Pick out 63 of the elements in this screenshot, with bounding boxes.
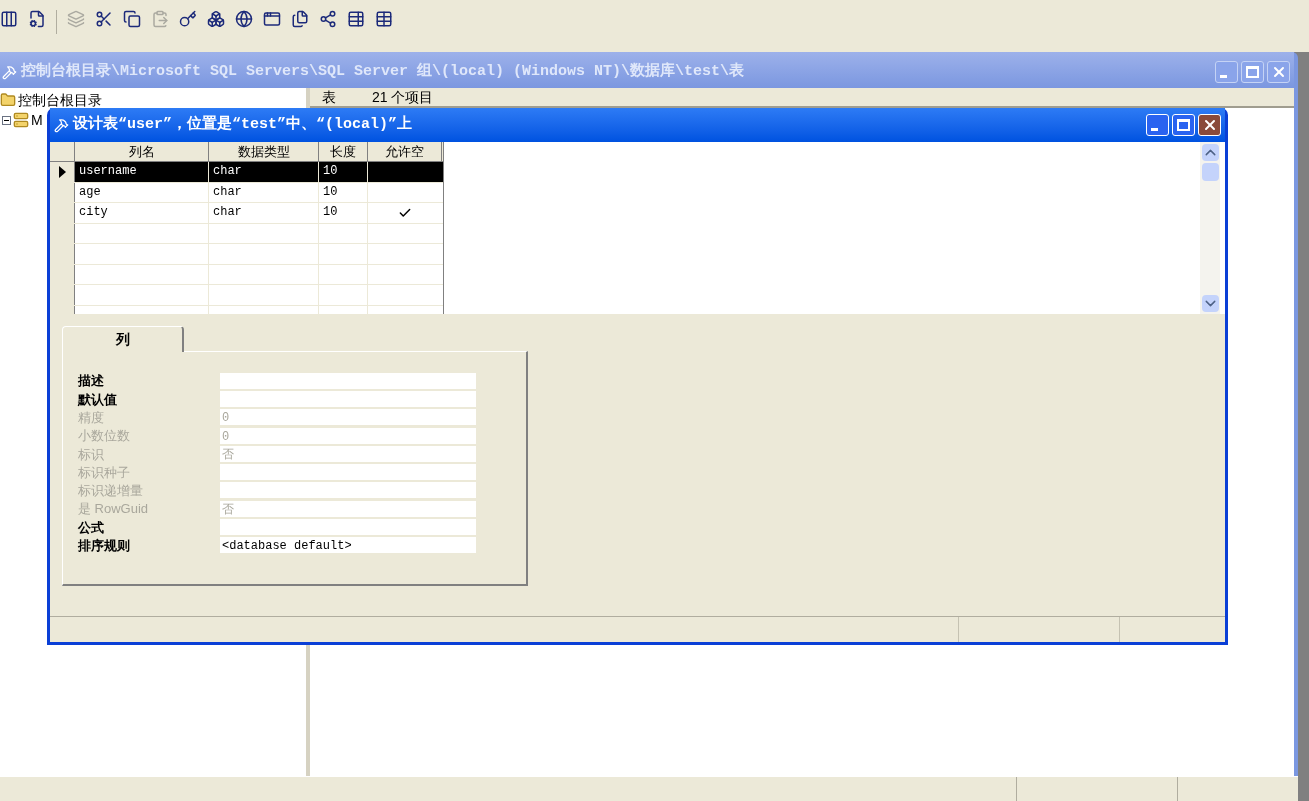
table-cell: char [209, 203, 319, 223]
hammer-icon [54, 117, 69, 133]
property-field: 否 [220, 500, 476, 518]
files-icon[interactable] [291, 10, 309, 28]
property-field[interactable]: <database default> [220, 537, 476, 555]
nodes-icon[interactable] [319, 10, 337, 28]
maximize-button[interactable] [1241, 61, 1264, 83]
table-row[interactable]: age char 10 [50, 182, 443, 203]
table-cell: city [75, 203, 209, 223]
property-field: 0 [220, 409, 476, 427]
column-header[interactable]: 列名 [75, 142, 209, 161]
window-title: 控制台根目录\Microsoft SQL Servers\SQL Server 组\(local) (Windows NT)\数据库\test\表 [21, 61, 746, 82]
row-header[interactable] [50, 162, 75, 182]
key-icon[interactable] [179, 10, 197, 28]
property-field[interactable] [220, 519, 476, 536]
window-icon[interactable] [263, 10, 281, 28]
property-field[interactable] [220, 390, 476, 408]
property-label: 公式 [78, 518, 105, 537]
window-title: 设计表“user”，位置是“test”中、“(local)”上 [73, 114, 414, 135]
table-row[interactable]: city char 10 [50, 203, 443, 224]
server-icon [13, 112, 29, 128]
scissors-icon[interactable] [95, 10, 113, 28]
property-label: 默认值 [78, 390, 118, 409]
table-row[interactable]: username char 10 [50, 162, 443, 183]
property-label: 标识 [78, 445, 105, 464]
collapse-icon[interactable] [2, 115, 11, 125]
property-label: 排序规则 [78, 537, 131, 556]
property-label: 标识递增量 [78, 482, 144, 501]
table-cell: username [75, 162, 209, 182]
globe-icon[interactable] [235, 10, 253, 28]
hammer-icon [2, 64, 17, 80]
property-field: 0 [220, 427, 476, 445]
property-field: 否 [220, 445, 476, 463]
scroll-thumb[interactable] [1201, 163, 1219, 181]
tree-item[interactable]: M [31, 109, 43, 131]
minimize-button[interactable] [1215, 61, 1238, 83]
column-header[interactable]: 允许空 [368, 142, 442, 161]
property-field[interactable] [220, 372, 476, 390]
file-gear-icon[interactable] [28, 10, 46, 28]
property-label: 是 RowGuid [78, 500, 150, 519]
copy-icon[interactable] [123, 10, 141, 28]
boxes-icon[interactable] [207, 10, 225, 28]
table-cell: char [209, 182, 319, 202]
columns-icon[interactable] [0, 10, 18, 28]
table-cell: char [209, 162, 319, 182]
property-label: 小数位数 [78, 427, 131, 446]
column-header[interactable]: 长度 [319, 142, 368, 161]
scrollbar[interactable] [1200, 142, 1220, 314]
column-header[interactable]: 数据类型 [209, 142, 319, 161]
folder-icon [0, 92, 16, 108]
table-cell: 10 [319, 162, 368, 182]
table-cell: 10 [319, 182, 368, 202]
property-label: 精度 [78, 409, 105, 427]
table-cell: 10 [319, 203, 368, 223]
tab[interactable]: 列 [62, 326, 184, 352]
grid-icon[interactable] [375, 10, 393, 28]
property-label: 标识种子 [78, 463, 131, 482]
table-icon[interactable] [347, 10, 365, 28]
property-label: 描述 [78, 372, 105, 391]
tree-item[interactable]: 控制台根目录 [18, 89, 102, 111]
table-cell: age [75, 182, 209, 202]
list-title: 表 [322, 87, 337, 107]
item-count: 21 个项目 [372, 87, 434, 107]
